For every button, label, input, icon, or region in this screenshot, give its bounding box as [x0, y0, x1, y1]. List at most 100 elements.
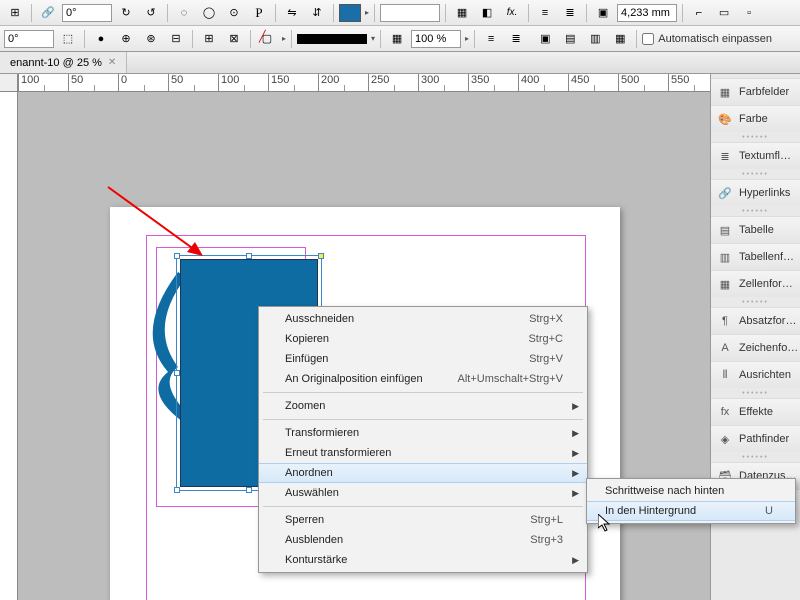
text-wrap-icon[interactable]: ▣ [592, 3, 614, 23]
distribute-center-icon[interactable]: ⊞ [198, 29, 220, 49]
menu-item-label: Transformieren [285, 427, 359, 439]
chevron-right-icon: ▶ [572, 401, 579, 412]
panel-zeichenfo[interactable]: AZeichenfo… [711, 334, 800, 361]
panel-ausrichten[interactable]: ⫴Ausrichten [711, 361, 800, 388]
menu-item-label: Erneut transformieren [285, 447, 391, 459]
panel-absatzfor[interactable]: ¶Absatzfor… [711, 307, 800, 334]
panel-textumfl[interactable]: ≣ Textumfl… [711, 142, 800, 169]
panel-label: Ausrichten [739, 369, 791, 381]
align-para-left-icon[interactable]: ≡ [534, 3, 556, 23]
menu-item-erneuttransformieren[interactable]: Erneut transformieren▶ [259, 443, 587, 463]
document-tab[interactable]: enannt-10 @ 25 % ✕ [0, 52, 127, 73]
ellipse-icon[interactable]: ◯ [198, 3, 220, 23]
panel-grip[interactable] [711, 132, 800, 142]
menu-item-label: Einfügen [285, 353, 328, 365]
curved-shape[interactable] [128, 272, 188, 422]
chevron-down-icon[interactable]: ▾ [371, 34, 375, 43]
align-center-icon[interactable]: ⊟ [165, 29, 187, 49]
fill-frame-icon[interactable]: ▦ [609, 29, 631, 49]
menu-item-zoomen[interactable]: Zoomen ▶ [259, 396, 587, 416]
menu-item-anordnen[interactable]: Anordnen▶ [259, 463, 587, 483]
panel-pathfinder[interactable]: ◈Pathfinder [711, 425, 800, 452]
ellipse-dashed-icon[interactable]: ◌ [173, 3, 195, 23]
ruler-tick: 450 [568, 74, 618, 91]
panel-label: Textumfl… [739, 150, 791, 162]
panel-grip[interactable] [711, 452, 800, 462]
panel-label: Zeichenfo… [739, 342, 798, 354]
offset-input[interactable] [617, 4, 677, 22]
flip-vertical-icon[interactable]: ⇵ [306, 3, 328, 23]
menu-item-anoriginalpositioneinfgen[interactable]: An Originalposition einfügenAlt+Umschalt… [259, 369, 587, 389]
corner-options-icon[interactable]: ⌐ [688, 3, 710, 23]
chevron-down-icon[interactable]: ▸ [282, 34, 286, 43]
panel-icon: ≣ [717, 148, 733, 164]
chevron-down-icon[interactable]: ▸ [465, 34, 469, 43]
menu-item-auswhlen[interactable]: Auswählen▶ [259, 483, 587, 503]
circle-plus-icon[interactable]: ⊕ [115, 29, 137, 49]
chain-icon[interactable]: 🔗 [37, 3, 59, 23]
field-input-1[interactable] [380, 4, 440, 22]
frame-options-icon[interactable]: ▫ [738, 3, 760, 23]
panel-hyperlinks[interactable]: 🔗Hyperlinks [711, 179, 800, 206]
no-fill-icon[interactable]: ▢╱ [256, 29, 278, 49]
ruler-horizontal[interactable]: 10050050100150200250300350400450500550 [18, 74, 710, 92]
gradient-icon[interactable]: ◧ [476, 3, 498, 23]
panel-grip[interactable] [711, 169, 800, 179]
panel-farbe[interactable]: 🎨Farbe [711, 105, 800, 132]
autofit-checkbox[interactable]: Automatisch einpassen [642, 33, 772, 45]
menu-shortcut: Strg+V [529, 353, 563, 365]
submenu-item-schrittweisenachhinten[interactable]: Schrittweise nach hinten [587, 481, 795, 501]
center-content-icon[interactable]: ▥ [584, 29, 606, 49]
ellipse-dotted-icon[interactable]: ⊙ [223, 3, 245, 23]
frame-fit-icon[interactable]: ▭ [713, 3, 735, 23]
submenu-item-indenhintergrund[interactable]: In den HintergrundU [587, 501, 795, 521]
menu-item-ausschneiden[interactable]: AusschneidenStrg+X [259, 309, 587, 329]
align-para-center-icon[interactable]: ≣ [559, 3, 581, 23]
checker-icon[interactable]: ▦ [386, 29, 408, 49]
angle-input-1[interactable] [62, 4, 112, 22]
menu-item-einfgen[interactable]: Einfügen Strg+V [259, 349, 587, 369]
fill-swatch[interactable] [339, 4, 361, 22]
menu-item-sperren[interactable]: SperrenStrg+L [259, 510, 587, 530]
menu-shortcut: Strg+L [530, 514, 563, 526]
close-icon[interactable]: ✕ [108, 57, 116, 68]
panel-grip[interactable] [711, 388, 800, 398]
fit-content-icon[interactable]: ▤ [559, 29, 581, 49]
flip-horizontal-icon[interactable]: ⇋ [281, 3, 303, 23]
ellipse-solid-icon[interactable]: ● [90, 29, 112, 49]
opacity-icon[interactable]: ▦ [451, 3, 473, 23]
zoom-input[interactable] [411, 30, 461, 48]
fx-icon[interactable]: fx. [501, 3, 523, 23]
ruler-tick: 100 [218, 74, 268, 91]
fit-frame-icon[interactable]: ▣ [534, 29, 556, 49]
rotate-ccw-icon[interactable]: ↺ [140, 3, 162, 23]
toolbar-row-2: ⬚ ● ⊕ ⊛ ⊟ ⊞ ⊠ ▢╱ ▸ ▾ ▦ ▸ ≡ ≣ ▣ ▤ ▥ ▦ Aut… [0, 26, 800, 52]
menu-item-ausblenden[interactable]: AusblendenStrg+3 [259, 530, 587, 550]
menu-item-konturstrke[interactable]: Konturstärke▶ [259, 550, 587, 570]
ruler-vertical[interactable] [0, 74, 18, 600]
type-on-path-icon[interactable]: P [248, 3, 270, 23]
panel-tabelle[interactable]: ▤Tabelle [711, 216, 800, 243]
spread-icon[interactable]: ⊠ [223, 29, 245, 49]
panel-farbfelder[interactable]: ▦Farbfelder [711, 78, 800, 105]
panel-grip[interactable] [711, 297, 800, 307]
stroke-preview[interactable] [297, 34, 367, 44]
menu-item-label: Zoomen [285, 400, 325, 412]
angle-input-2[interactable] [4, 30, 54, 48]
panel-tabellenf[interactable]: ▥Tabellenf… [711, 243, 800, 270]
ruler-origin[interactable] [0, 74, 18, 92]
rotate-cw-icon[interactable]: ↻ [115, 3, 137, 23]
chevron-down-icon[interactable]: ▸ [365, 8, 369, 17]
anchor-point-icon[interactable]: ⊞ [4, 3, 26, 23]
panel-zellenfor[interactable]: ▦Zellenfor… [711, 270, 800, 297]
panel-icon: ▤ [717, 222, 733, 238]
shear-icon[interactable]: ⬚ [57, 29, 79, 49]
panel-effekte[interactable]: fxEffekte [711, 398, 800, 425]
menu-item-transformieren[interactable]: Transformieren▶ [259, 423, 587, 443]
circle-gear-icon[interactable]: ⊛ [140, 29, 162, 49]
align-left-icon[interactable]: ≡ [480, 29, 502, 49]
panel-grip[interactable] [711, 206, 800, 216]
align-right-icon[interactable]: ≣ [505, 29, 527, 49]
menu-shortcut: Alt+Umschalt+Strg+V [458, 373, 563, 385]
menu-item-kopieren[interactable]: KopierenStrg+C [259, 329, 587, 349]
